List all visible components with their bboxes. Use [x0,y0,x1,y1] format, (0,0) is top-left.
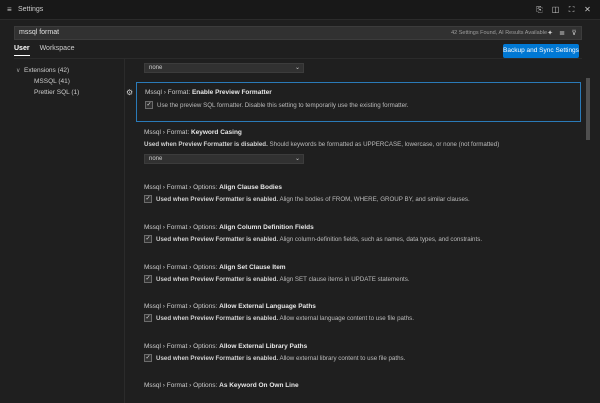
setting-allow-external-library-paths: Mssql › Format › Options: Allow External… [136,341,581,371]
gear-icon[interactable]: ⚙ [126,88,133,97]
fullscreen-icon[interactable]: ⛶ [567,5,576,14]
toc-item-extensions[interactable]: ∨ Extensions (42) [16,65,116,76]
tab-user[interactable]: User [14,45,30,56]
settings-list: none ⌄ Mssql › Format: Enable Preview Fo… [136,59,581,403]
setting-title: Mssql › Format › Options: Allow External… [144,303,316,310]
search-query[interactable]: mssql format [19,29,59,36]
pane-divider [124,59,125,403]
scrollbar-thumb[interactable] [586,78,590,140]
setting-title: Mssql › Format: Enable Preview Formatter [145,89,272,96]
setting-title: Mssql › Format › Options: As Keyword On … [144,382,299,389]
previous-setting-select[interactable]: none ⌄ [144,63,304,73]
setting-align-column-definition-fields: Mssql › Format › Options: Align Column D… [136,222,581,252]
settings-toc: ∨ Extensions (42) MSSQL (41) Prettier SQL… [16,65,116,98]
clear-filter-icon[interactable]: ≣ [558,29,566,37]
setting-allow-external-language-paths: Mssql › Format › Options: Allow External… [136,301,581,331]
setting-description: Used when Preview Formatter is enabled. … [156,355,406,362]
chevron-down-icon: ⌄ [294,156,300,162]
backup-sync-button[interactable]: Backup and Sync Settings [503,44,579,58]
setting-description: Used when Preview Formatter is enabled. … [156,196,470,203]
setting-title: Mssql › Format › Options: Align Set Clau… [144,264,286,271]
setting-title: Mssql › Format › Options: Allow External… [144,343,308,350]
layout-icon[interactable]: ◫ [551,5,560,14]
setting-checkbox[interactable]: ✓ [144,275,152,283]
close-icon[interactable]: ✕ [583,5,592,14]
setting-checkbox[interactable]: ✓ [144,314,152,322]
chevron-down-icon: ∨ [16,68,21,74]
search-result-count: 42 Settings Found, AI Results Available [451,30,547,36]
title-actions: ⎘ ◫ ⛶ ✕ [535,5,592,14]
setting-checkbox[interactable]: ✓ [144,195,152,203]
setting-align-clause-bodies: Mssql › Format › Options: Align Clause B… [136,182,581,212]
setting-description: Used when Preview Formatter is enabled. … [156,236,483,243]
setting-enable-preview-formatter[interactable]: Mssql › Format: Enable Preview Formatter… [136,82,581,122]
scope-tabs: User Workspace [14,45,74,56]
setting-title: Mssql › Format › Options: Align Clause B… [144,184,282,191]
filter-icon[interactable]: ⊽ [570,29,578,37]
hamburger-icon[interactable]: ≡ [7,5,12,14]
toc-item-prettier-sql[interactable]: Prettier SQL (1) [16,87,116,98]
window-title: Settings [18,6,44,13]
setting-title: Mssql › Format › Options: Align Column D… [144,224,314,231]
setting-checkbox[interactable]: ✓ [144,235,152,243]
title-bar: ≡ Settings ⎘ ◫ ⛶ ✕ [0,0,600,20]
setting-description: Used when Preview Formatter is enabled. … [156,315,414,322]
sparkle-icon[interactable]: ✦ [546,29,554,37]
settings-search-input[interactable]: mssql format 42 Settings Found, AI Resul… [14,26,582,40]
setting-as-keyword-on-own-line: Mssql › Format › Options: As Keyword On … [136,380,581,400]
setting-checkbox[interactable]: ✓ [145,101,153,109]
setting-checkbox[interactable]: ✓ [144,354,152,362]
split-editor-icon[interactable]: ⎘ [535,5,544,14]
setting-title: Mssql › Format: Keyword Casing [144,129,242,136]
tab-workspace[interactable]: Workspace [40,45,75,56]
chevron-down-icon: ⌄ [294,65,300,71]
setting-align-set-clause-item: Mssql › Format › Options: Align Set Clau… [136,262,581,292]
setting-keyword-casing: Mssql › Format: Keyword Casing Used when… [136,127,581,169]
keyword-casing-select[interactable]: none ⌄ [144,154,304,164]
setting-description: Used when Preview Formatter is disabled.… [144,141,500,148]
setting-description: Use the preview SQL formatter. Disable t… [157,102,409,109]
setting-description: Used when Preview Formatter is enabled. … [156,276,410,283]
search-tools: ✦ ≣ ⊽ [546,29,578,37]
toc-item-mssql[interactable]: MSSQL (41) [16,76,116,87]
